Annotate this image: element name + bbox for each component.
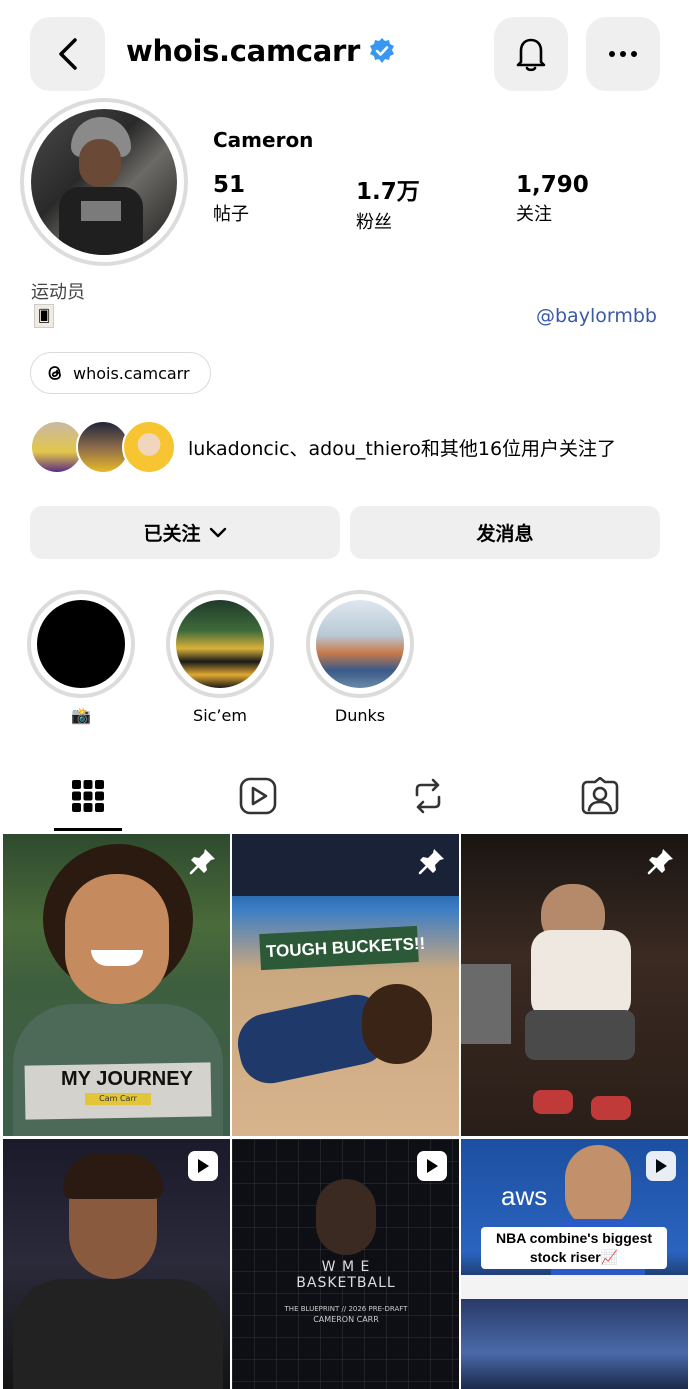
- tab-reels[interactable]: [234, 774, 282, 818]
- stat-posts-value: 51: [213, 172, 246, 198]
- follower-avatar: [122, 420, 176, 474]
- post-sub-text: THE BLUEPRINT // 2026 PRE-DRAFT: [284, 1305, 408, 1313]
- stat-following-label: 关注: [516, 204, 552, 225]
- post-thumbnail[interactable]: TOUGH BUCKETS!!: [232, 834, 459, 1136]
- grid-icon: [72, 780, 104, 812]
- back-button[interactable]: [30, 17, 105, 91]
- highlight-cover: [37, 600, 125, 688]
- stat-following[interactable]: 1,790 关注: [516, 172, 589, 226]
- post-thumbnail[interactable]: MY JOURNEY Cam Carr: [3, 834, 230, 1136]
- tagged-person-icon: [581, 777, 619, 815]
- pin-icon: [418, 849, 444, 875]
- chevron-left-icon: [58, 38, 77, 70]
- more-horizontal-icon: [609, 51, 637, 57]
- reel-icon: [646, 1151, 676, 1181]
- bio-card-icon: 🂠: [34, 304, 54, 328]
- highlight-label: 📸: [71, 706, 91, 725]
- username-text: whois.camcarr: [126, 34, 361, 68]
- post-thumbnail[interactable]: W M E BASKETBALL THE BLUEPRINT // 2026 P…: [232, 1139, 459, 1389]
- highlight-cover: [316, 600, 404, 688]
- post-sub-text-2: CAMERON CARR: [313, 1315, 379, 1324]
- bell-icon: [516, 38, 546, 72]
- reel-icon: [188, 1151, 218, 1181]
- followed-by-text: lukadoncic、adou_thiero和其他16位用户关注了: [188, 437, 617, 460]
- stat-followers-value: 1.7万: [356, 179, 420, 205]
- message-button[interactable]: 发消息: [350, 506, 660, 559]
- highlight-label: Sic’em: [193, 706, 247, 725]
- post-banner-text: NBA combine's biggest stock riser📈: [495, 1230, 653, 1265]
- threads-icon: [48, 366, 61, 380]
- stat-followers[interactable]: 1.7万 粉丝: [356, 172, 420, 234]
- verified-badge-icon: [370, 38, 395, 63]
- bio-category: 运动员: [31, 282, 85, 303]
- stat-followers-label: 粉丝: [356, 212, 392, 233]
- pin-icon: [647, 849, 673, 875]
- threads-link[interactable]: whois.camcarr: [30, 352, 211, 394]
- highlight-item[interactable]: Dunks: [305, 590, 415, 725]
- active-tab-indicator: [54, 828, 122, 831]
- repost-icon: [415, 778, 441, 814]
- aws-logo: aws: [501, 1181, 548, 1211]
- message-label: 发消息: [476, 523, 534, 545]
- post-banner-text: MY JOURNEY: [61, 1068, 193, 1090]
- bio-mention-link[interactable]: @baylormbb: [536, 305, 657, 327]
- notifications-button[interactable]: [494, 17, 568, 91]
- reels-icon: [239, 777, 277, 815]
- highlight-item[interactable]: Sic’em: [165, 590, 275, 725]
- avatar-photo: [31, 109, 177, 255]
- tab-tagged[interactable]: [576, 774, 624, 818]
- profile-tabs: [0, 760, 689, 832]
- post-thumbnail[interactable]: aws NBA combine's biggest stock riser📈: [461, 1139, 688, 1389]
- post-banner-text: W M E BASKETBALL: [296, 1259, 396, 1291]
- stat-following-value: 1,790: [516, 172, 589, 198]
- highlight-cover: [176, 600, 264, 688]
- threads-handle: whois.camcarr: [73, 363, 190, 383]
- post-sub-text: Cam Carr: [85, 1093, 151, 1105]
- post-thumbnail[interactable]: [461, 834, 688, 1136]
- following-button[interactable]: 已关注: [30, 506, 340, 559]
- chevron-down-icon: [209, 527, 226, 537]
- stat-posts-label: 帖子: [213, 204, 249, 225]
- highlight-label: Dunks: [334, 706, 386, 725]
- profile-display-name: Cameron: [213, 128, 314, 152]
- tab-reposts[interactable]: [404, 774, 452, 818]
- more-options-button[interactable]: [586, 17, 660, 91]
- reel-icon: [417, 1151, 447, 1181]
- following-label: 已关注: [143, 523, 201, 545]
- stat-posts[interactable]: 51 帖子: [213, 172, 249, 226]
- followed-by-row[interactable]: lukadoncic、adou_thiero和其他16位用户关注了: [30, 420, 616, 474]
- profile-avatar[interactable]: [20, 98, 188, 266]
- profile-username: whois.camcarr: [126, 34, 396, 68]
- highlight-item[interactable]: 📸: [26, 590, 136, 725]
- pin-icon: [189, 849, 215, 875]
- post-thumbnail[interactable]: [3, 1139, 230, 1389]
- tab-grid[interactable]: [64, 774, 112, 818]
